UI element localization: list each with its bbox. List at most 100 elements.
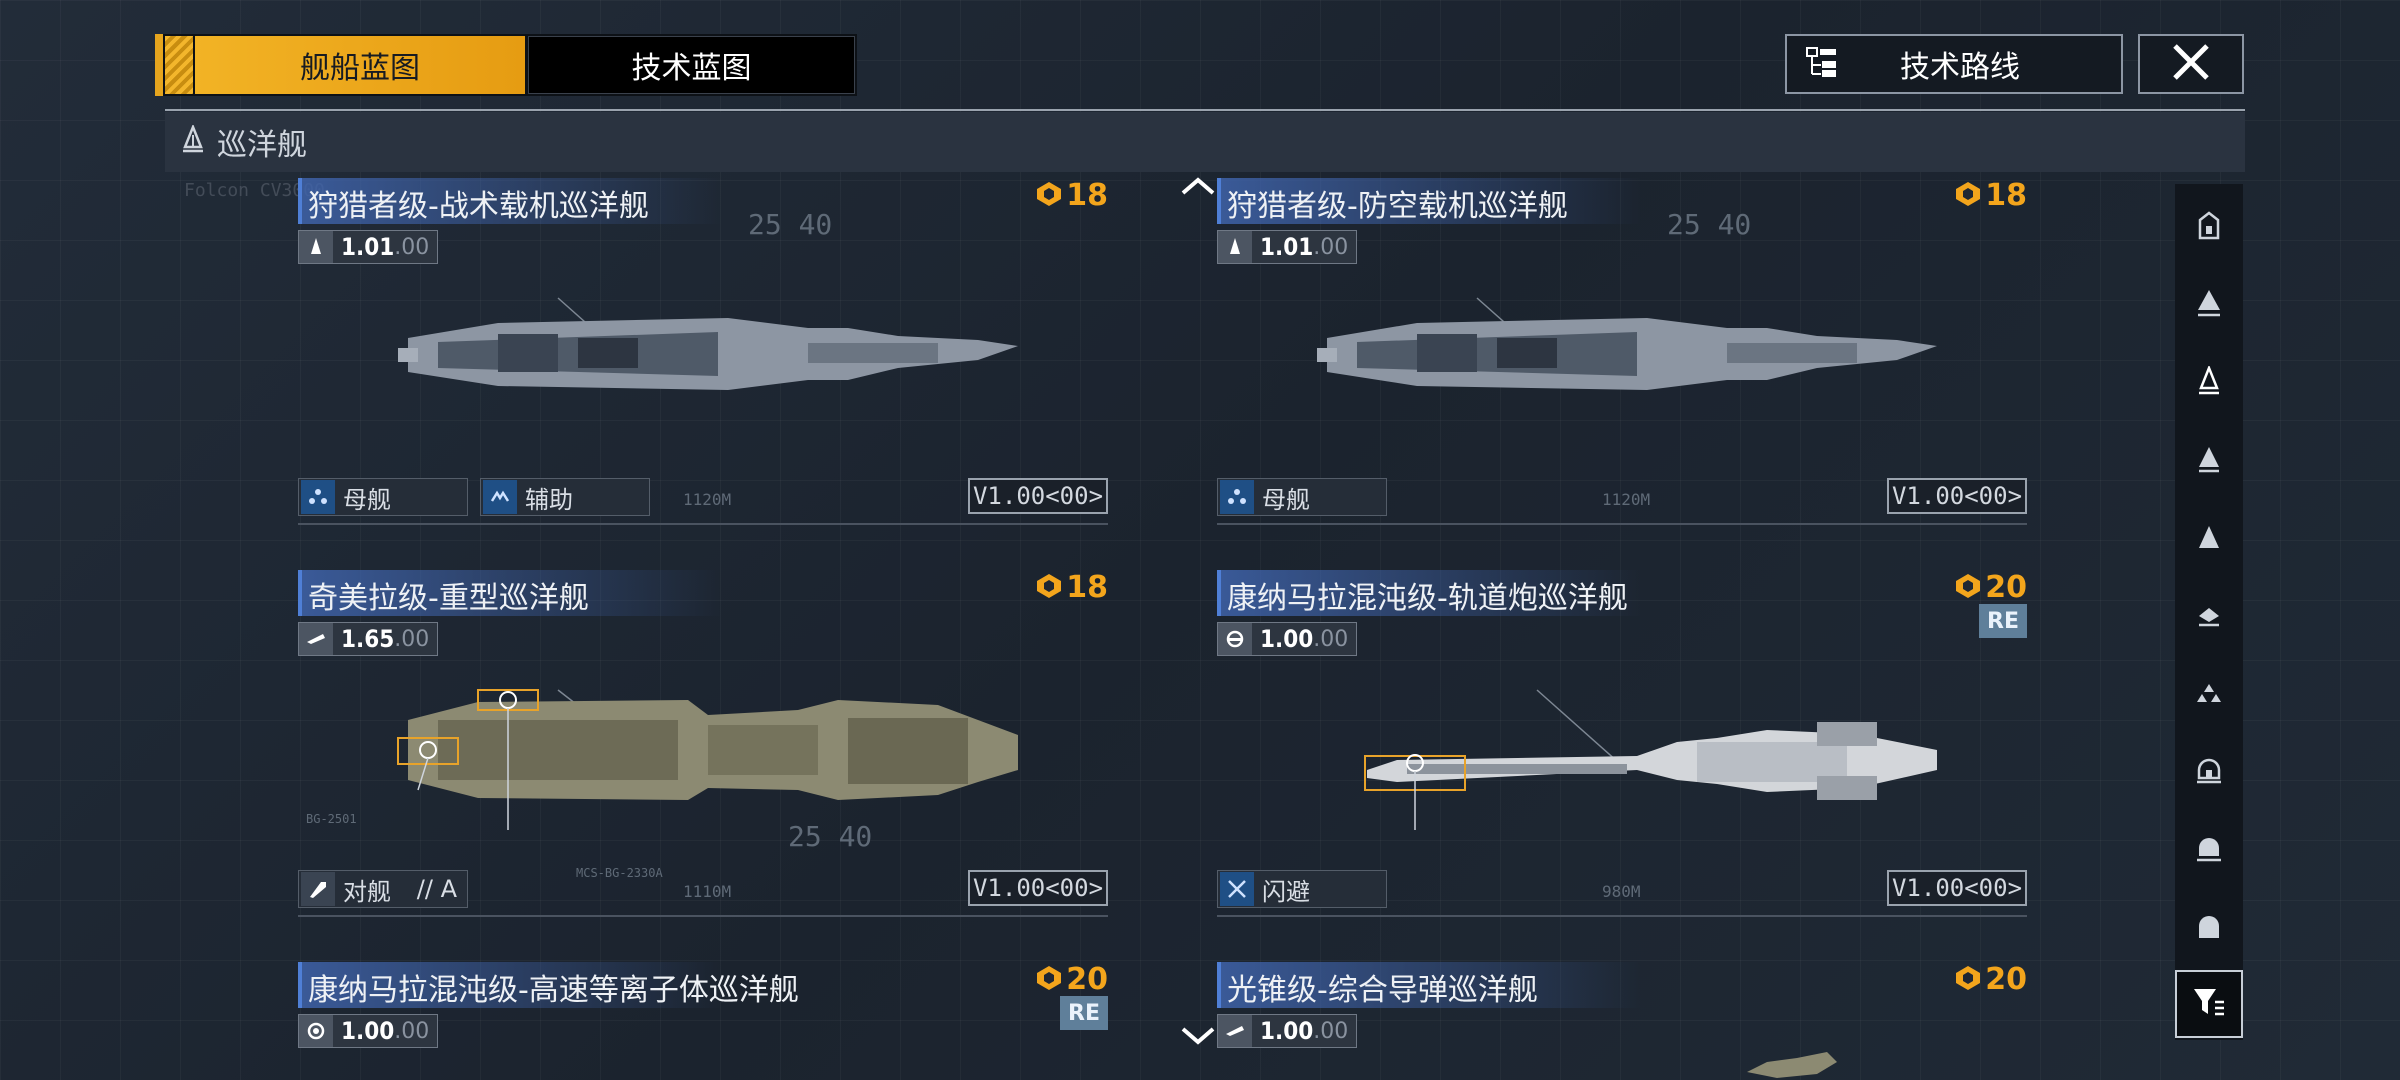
ship-class-filter-rail [2175, 184, 2243, 1040]
carrier-icon [301, 480, 335, 514]
weapon-icon [299, 623, 333, 655]
length-label: 1110M [683, 882, 732, 901]
cost-value: 18 [1066, 178, 1108, 213]
stat-box: 1.00.00 [1217, 622, 1357, 656]
cruiser-class-icon [2195, 364, 2223, 400]
version-label: V1.00<00> [972, 482, 1104, 510]
cost-value: 20 [1985, 570, 2027, 605]
cost-value: 18 [1985, 178, 2027, 213]
ship-class-deco: 25 40 [748, 208, 833, 241]
rail-item[interactable] [2175, 894, 2243, 964]
tab-tech-blueprints[interactable]: 技术蓝图 [528, 36, 855, 94]
rail-item[interactable] [2175, 660, 2243, 730]
card-ruler [1217, 523, 2027, 525]
rail-item[interactable] [2175, 426, 2243, 496]
cost-icon [1955, 965, 1981, 995]
ship-card[interactable]: 康纳马拉混沌级-高速等离子体巡洋舰 20 RE 1.00.00 [298, 962, 1108, 1080]
ship-image [1317, 297, 1937, 390]
stat-value: 1.01 [341, 233, 395, 261]
rail-item[interactable] [2175, 192, 2243, 262]
re-badge: RE [1060, 996, 1108, 1030]
stat-box: 1.00.00 [1217, 1014, 1357, 1048]
stat-decimal: .00 [1313, 1018, 1349, 1044]
role-tag: 母舰 [298, 478, 468, 516]
filter-icon [2191, 984, 2227, 1024]
ship-class-deco: 25 40 [788, 820, 873, 853]
evasion-icon [1220, 872, 1254, 906]
role-extra: // A [416, 875, 457, 903]
cost-display: 20 [1036, 962, 1108, 997]
station-class-icon [2195, 912, 2223, 946]
stat-box: 1.00.00 [298, 1014, 438, 1048]
ship-class-deco: 25 40 [1667, 208, 1752, 241]
stat-decimal: .00 [394, 234, 430, 260]
role-label: 对舰 [343, 877, 391, 906]
length-label: 980M [1602, 882, 1641, 901]
cost-icon [1036, 965, 1062, 995]
length-label: 1120M [683, 490, 732, 509]
card-ruler [298, 915, 1108, 917]
ship-name: 狩猎者级-战术载机巡洋舰 [308, 189, 649, 224]
carrier-icon [1220, 480, 1254, 514]
destroyer-class-icon [2195, 444, 2223, 478]
tab-ship-blueprints[interactable]: 舰船蓝图 [195, 36, 525, 94]
scroll-up-icon[interactable] [1180, 170, 1216, 205]
cost-display: 20 [1955, 570, 2027, 605]
cost-icon [1036, 573, 1062, 603]
battleship-icon [2196, 210, 2222, 244]
weapon-label: BG-2501 [306, 812, 357, 826]
cost-value: 20 [1985, 962, 2027, 997]
support-icon [483, 480, 517, 514]
cost-icon [1036, 181, 1062, 211]
cruiser-icon [179, 123, 207, 159]
filter-button[interactable] [2175, 970, 2243, 1038]
ship-image [1747, 1052, 1837, 1078]
scroll-down-icon[interactable] [1180, 1020, 1216, 1055]
stat-decimal: .00 [1313, 234, 1349, 260]
cost-display: 20 [1955, 962, 2027, 997]
rail-item[interactable] [2175, 348, 2243, 418]
plasma-icon [299, 1015, 333, 1047]
rail-item[interactable] [2175, 504, 2243, 574]
tech-route-button[interactable]: 技术路线 [1785, 34, 2123, 94]
version-label: V1.00<00> [1891, 874, 2023, 902]
stat-value: 1.00 [1260, 1017, 1314, 1045]
auxiliary-class-icon [2195, 756, 2223, 790]
stat-box: 1.01.00 [1217, 230, 1357, 264]
section-divider [165, 109, 2245, 111]
ship-name: 奇美拉级-重型巡洋舰 [308, 581, 589, 616]
stat-value: 1.01 [1260, 233, 1314, 261]
stat-value: 1.65 [341, 625, 395, 653]
fighter-class-icon [2195, 678, 2223, 712]
cost-value: 18 [1066, 570, 1108, 605]
version-tag: V1.00<00> [968, 870, 1108, 906]
rail-item[interactable] [2175, 738, 2243, 808]
rail-item[interactable] [2175, 816, 2243, 886]
missile-icon [1218, 1015, 1252, 1047]
stat-box: 1.65.00 [298, 622, 438, 656]
card-ruler [298, 523, 1108, 525]
rail-item[interactable] [2175, 582, 2243, 652]
re-badge: RE [1979, 604, 2027, 638]
close-button[interactable] [2138, 34, 2244, 94]
version-label: V1.00<00> [972, 874, 1104, 902]
stat-box: 1.01.00 [298, 230, 438, 264]
ship-card[interactable]: 狩猎者级-战术载机巡洋舰 18 1.01.00 25 40 母舰 辅助 1120… [298, 178, 1108, 546]
cost-icon [1955, 181, 1981, 211]
cost-display: 18 [1036, 178, 1108, 213]
tech-tree-icon [1805, 45, 1839, 83]
ship-name: 康纳马拉混沌级-轨道炮巡洋舰 [1227, 581, 1628, 616]
rail-item[interactable] [2175, 270, 2243, 340]
ship-card[interactable]: 康纳马拉混沌级-轨道炮巡洋舰 20 RE 1.00.00 闪避 980M V1.… [1217, 570, 2027, 938]
ship-name: 狩猎者级-防空载机巡洋舰 [1227, 189, 1568, 224]
role-tag: 对舰 // A [298, 870, 468, 908]
section-title: 巡洋舰 [217, 128, 307, 163]
anti-ship-icon [301, 872, 335, 906]
fighter-icon [1218, 231, 1252, 263]
ship-card[interactable]: 奇美拉级-重型巡洋舰 18 1.65.00 BG-2501 MCS-BG-233… [298, 570, 1108, 938]
ship-card[interactable]: 狩猎者级-防空载机巡洋舰 18 1.01.00 25 40 母舰 1120M V… [1217, 178, 2027, 546]
role-label: 闪避 [1262, 877, 1310, 906]
frigate-class-icon [2195, 522, 2223, 556]
ship-image [1364, 689, 1937, 830]
ship-card[interactable]: 光锥级-综合导弹巡洋舰 20 1.00.00 [1217, 962, 2027, 1080]
